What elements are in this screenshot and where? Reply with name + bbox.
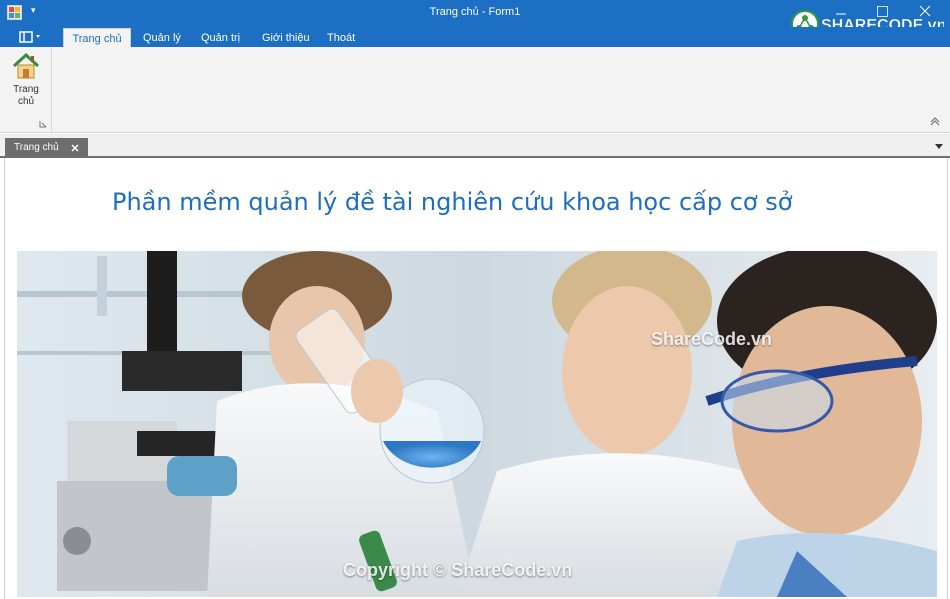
document-tab-close-icon[interactable] [70,143,80,153]
ribbon-tabs: Trang chủ Quản lý Quản trị Giới thiệu Th… [0,27,950,47]
ribbon-panel: Trang chủ [0,47,950,133]
tab-quan-ly[interactable]: Quản lý [143,28,181,47]
watermark-mid: ShareCode.vn [651,329,773,349]
document-tab-strip: Trang chủ [0,134,950,158]
document-tab-trang-chu[interactable]: Trang chủ [5,138,88,158]
tab-gioi-thieu[interactable]: Giới thiệu [262,28,310,47]
app-menu-button[interactable] [18,30,46,44]
page-heading: Phần mềm quản lý đề tài nghiên cứu khoa … [112,188,793,216]
home-button[interactable]: Trang chủ [6,51,46,115]
tab-thoat[interactable]: Thoát [327,28,355,47]
tab-trang-chu[interactable]: Trang chủ [63,28,131,47]
main-content: Phần mềm quản lý đề tài nghiên cứu khoa … [4,158,948,599]
document-list-dropdown-icon[interactable] [934,142,944,150]
group-launcher-icon[interactable] [39,120,47,128]
home-button-label-line2: chủ [17,96,35,107]
home-button-label-line1: Trang [13,84,39,95]
main-window: ▾ Trang chủ - Form1 SHARECODE.vn Trang c… [0,0,950,599]
ribbon-group-home: Trang chủ [0,47,52,133]
collapse-ribbon-icon[interactable] [929,117,941,127]
watermark-copyright: Copyright © ShareCode.vn [343,560,573,580]
laboratory-image [17,251,937,597]
document-tab-label: Trang chủ [14,142,59,153]
tab-quan-tri[interactable]: Quản trị [201,28,240,47]
home-icon [12,52,40,79]
